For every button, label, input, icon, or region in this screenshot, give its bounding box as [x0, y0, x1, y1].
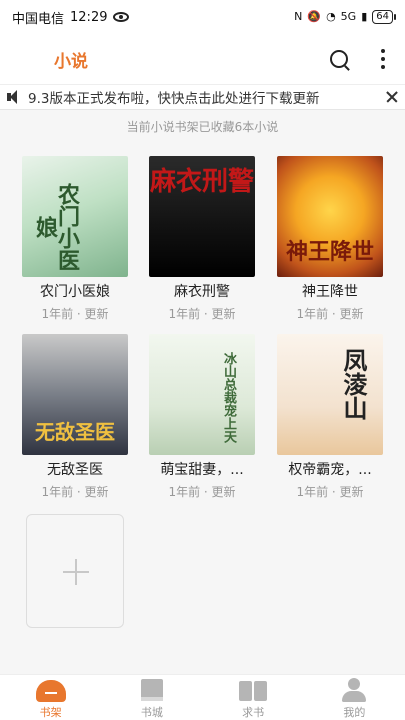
search-button[interactable]: [325, 45, 353, 73]
shelf-count-info: 当前小说书架已收藏6本小说: [126, 120, 279, 134]
mute-icon: 🔕: [307, 10, 322, 23]
book-item[interactable]: 冰山总裁宠上天 萌宝甜妻，... 1年前 · 更新: [149, 334, 255, 500]
book-cover[interactable]: 无敌圣医: [22, 334, 128, 455]
book-item[interactable]: 无敌圣医 无敌圣医 1年前 · 更新: [22, 334, 128, 500]
nfc-icon: N: [294, 10, 303, 23]
speaker-icon: [4, 84, 22, 110]
signal-label: 5G: [340, 10, 357, 23]
nav-label: 书架: [39, 706, 62, 719]
book-updated: 1年前 · 更新: [296, 485, 364, 499]
nav-label: 书城: [140, 706, 163, 719]
book-item[interactable]: 凤淩山 权帝霸宠，... 1年前 · 更新: [277, 334, 383, 500]
book-title: 神王降世: [302, 284, 358, 300]
bottom-nav: 书架 书城 求书 我的: [0, 674, 405, 720]
wifi-icon: ◔: [326, 10, 336, 23]
book-updated: 1年前 · 更新: [41, 485, 109, 499]
book-item[interactable]: 农门小医娘 农门小医娘 1年前 · 更新: [22, 156, 128, 322]
book-title: 萌宝甜妻，...: [160, 462, 244, 478]
status-bar: 中国电信 12:29 N 🔕 ◔ 5G ▮ 64: [0, 0, 405, 34]
more-menu-button[interactable]: [375, 45, 391, 73]
signal-bars-icon: ▮: [361, 10, 368, 23]
cover-title: 麻衣刑警: [149, 167, 254, 197]
app-bar: 小说: [0, 34, 405, 84]
carrier-label: 中国电信: [12, 11, 65, 27]
cover-title: 冰山总裁宠上天: [221, 352, 236, 443]
book-title: 麻衣刑警: [174, 284, 230, 300]
clock: 12:29: [70, 9, 108, 25]
more-vertical-icon: [381, 49, 385, 53]
nav-item-request[interactable]: 求书: [203, 675, 304, 720]
tab-novel[interactable]: 小说: [54, 47, 88, 72]
book-updated: 1年前 · 更新: [168, 307, 236, 321]
search-icon: [330, 50, 348, 68]
book-item[interactable]: 麻衣刑警 麻衣刑警 1年前 · 更新: [149, 156, 255, 322]
book-item[interactable]: 神王降世 神王降世 1年前 · 更新: [277, 156, 383, 322]
cover-title: 凤淩山: [339, 348, 368, 420]
cover-title: 农门小医娘: [32, 182, 80, 271]
nav-item-profile[interactable]: 我的: [304, 675, 405, 720]
close-icon[interactable]: [379, 84, 405, 110]
book-title: 农门小医娘: [40, 284, 110, 300]
user-icon: [342, 678, 367, 702]
book-icon: [140, 679, 163, 701]
update-notice-bar[interactable]: 9.3版本正式发布啦，快快点击此处进行下载更新: [0, 84, 405, 110]
book-cover[interactable]: 神王降世: [277, 156, 383, 277]
book-updated: 1年前 · 更新: [41, 307, 109, 321]
book-cover[interactable]: 农门小医娘: [22, 156, 128, 277]
nav-item-bookshelf[interactable]: 书架: [0, 675, 101, 720]
book-title: 无敌圣医: [47, 462, 103, 478]
notice-text[interactable]: 9.3版本正式发布啦，快快点击此处进行下载更新: [28, 87, 379, 107]
add-book-button[interactable]: [26, 514, 124, 628]
eye-icon: [113, 12, 130, 22]
cover-title: 神王降世: [285, 239, 374, 265]
nav-label: 我的: [343, 706, 366, 719]
book-updated: 1年前 · 更新: [296, 307, 364, 321]
book-cover[interactable]: 麻衣刑警: [149, 156, 255, 277]
book-cover[interactable]: 凤淩山: [277, 334, 383, 455]
nav-label: 求书: [242, 706, 265, 719]
nav-item-bookstore[interactable]: 书城: [101, 675, 202, 720]
book-updated: 1年前 · 更新: [168, 485, 236, 499]
battery-icon: 64: [372, 10, 396, 24]
open-book-icon: [239, 681, 268, 701]
cover-title: 无敌圣医: [35, 420, 115, 444]
book-title: 权帝霸宠，...: [288, 462, 372, 478]
bookshelf-icon: [35, 680, 66, 702]
book-cover[interactable]: 冰山总裁宠上天: [149, 334, 255, 455]
